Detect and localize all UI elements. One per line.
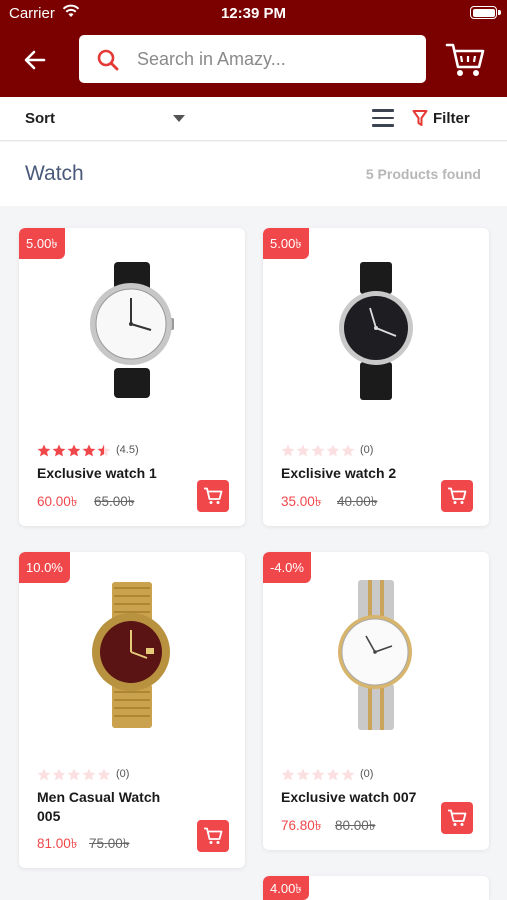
battery-tip <box>498 10 501 15</box>
rating-count: (4.5) <box>116 444 139 456</box>
filter-label: Filter <box>433 110 470 127</box>
star-empty-icon <box>82 768 96 780</box>
star-empty-icon <box>326 444 340 456</box>
product-image <box>338 580 412 730</box>
discount-badge: 10.0% <box>19 552 70 583</box>
cart-icon[interactable] <box>444 40 486 80</box>
cart-icon <box>448 809 467 826</box>
page-title: Watch <box>25 162 84 185</box>
discount-badge: 5.00৳ <box>263 228 309 259</box>
product-price: 76.80৳ <box>281 818 322 833</box>
add-to-cart-button[interactable] <box>197 820 229 852</box>
star-filled-icon <box>37 444 51 456</box>
original-price: 40.00৳ <box>337 494 378 509</box>
rating-count: (0) <box>360 444 374 456</box>
product-price: 35.00৳ <box>281 494 322 509</box>
product-card[interactable]: 5.00৳ (0) Exclisive watch 2 35.00৳ 40.00… <box>263 228 489 526</box>
product-name: Exclusive watch 1 <box>37 465 157 481</box>
product-card[interactable]: 4.00৳ <box>263 876 489 900</box>
rating-stars: (0) <box>37 767 129 781</box>
star-half-icon <box>97 444 111 456</box>
star-empty-icon <box>311 444 325 456</box>
search-icon <box>97 49 119 71</box>
star-filled-icon <box>52 444 66 456</box>
rating-stars: (0) <box>281 767 373 781</box>
cart-icon <box>204 827 223 844</box>
product-image <box>90 262 174 398</box>
original-price: 80.00৳ <box>335 818 376 833</box>
search-bar[interactable] <box>79 35 426 83</box>
back-arrow-icon[interactable] <box>20 45 50 75</box>
star-filled-icon <box>67 444 81 456</box>
app-header: Carrier 12:39 PM <box>0 0 507 97</box>
discount-badge: 5.00৳ <box>19 228 65 259</box>
star-empty-icon <box>281 444 295 456</box>
original-price: 65.00৳ <box>94 494 135 509</box>
cart-icon <box>204 487 223 504</box>
original-price: 75.00৳ <box>89 836 130 851</box>
product-card[interactable]: 10.0% (0) Men Casual Watch 005 81.00৳ 75… <box>19 552 245 868</box>
cart-icon <box>448 487 467 504</box>
add-to-cart-button[interactable] <box>441 802 473 834</box>
product-image <box>92 582 170 728</box>
star-empty-icon <box>326 768 340 780</box>
star-empty-icon <box>296 768 310 780</box>
star-empty-icon <box>311 768 325 780</box>
product-price: 81.00৳ <box>37 836 78 851</box>
discount-badge: -4.0% <box>263 552 311 583</box>
clock: 12:39 PM <box>220 5 287 22</box>
category-header: Watch 5 Products found <box>0 142 507 206</box>
star-empty-icon <box>97 768 111 780</box>
add-to-cart-button[interactable] <box>441 480 473 512</box>
filter-icon <box>412 110 428 126</box>
rating-count: (0) <box>360 768 374 780</box>
status-bar: Carrier 12:39 PM <box>0 0 507 28</box>
star-empty-icon <box>52 768 66 780</box>
star-empty-icon <box>37 768 51 780</box>
product-card[interactable]: -4.0% (0) Exclusive watch 007 76.80৳ 80.… <box>263 552 489 850</box>
star-empty-icon <box>281 768 295 780</box>
product-name: Exclisive watch 2 <box>281 465 397 481</box>
chevron-down-icon[interactable] <box>173 115 185 122</box>
list-view-icon[interactable] <box>372 109 394 127</box>
search-input[interactable] <box>137 43 412 75</box>
star-empty-icon <box>67 768 81 780</box>
rating-count: (0) <box>116 768 130 780</box>
star-empty-icon <box>341 768 355 780</box>
product-image <box>339 262 413 400</box>
star-empty-icon <box>296 444 310 456</box>
rating-stars: (0) <box>281 443 373 457</box>
star-filled-icon <box>82 444 96 456</box>
rating-stars: (4.5) <box>37 443 139 457</box>
product-name: Men Casual Watch 005 <box>37 789 161 824</box>
product-card[interactable]: 5.00৳ (4.5) Exclusive watch 1 60.00৳ 65.… <box>19 228 245 526</box>
add-to-cart-button[interactable] <box>197 480 229 512</box>
product-count: 5 Products found <box>365 166 481 182</box>
star-empty-icon <box>341 444 355 456</box>
sort-filter-bar: Sort Filter <box>0 97 507 141</box>
discount-badge: 4.00৳ <box>263 876 309 900</box>
battery-icon <box>470 6 497 19</box>
sort-dropdown[interactable]: Sort <box>25 110 55 127</box>
product-name: Exclusive watch 007 <box>281 789 417 805</box>
product-price: 60.00৳ <box>37 494 78 509</box>
